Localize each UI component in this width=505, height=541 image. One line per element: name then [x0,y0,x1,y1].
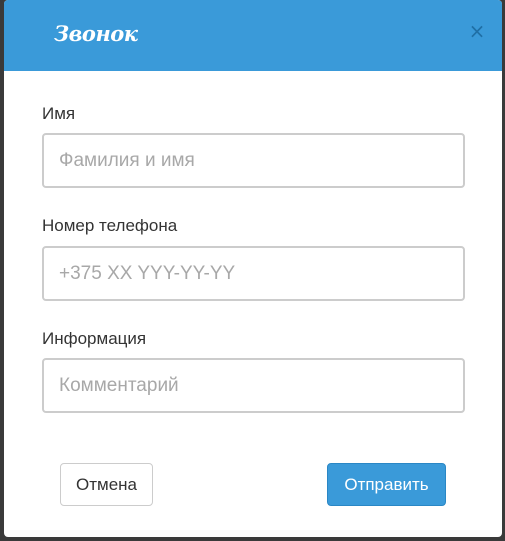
close-icon[interactable]: × [468,20,486,42]
info-label: Информация [42,329,147,348]
phone-label: Номер телефона [42,216,178,235]
cancel-button[interactable]: Отмена [60,463,153,506]
callback-dialog: Звонок × Имя Номер телефона Информация О… [4,0,502,537]
info-input[interactable] [42,358,465,413]
name-input[interactable] [42,133,465,188]
name-label: Имя [42,104,76,123]
phone-input[interactable] [42,246,465,301]
dialog-title: Звонок [54,21,138,46]
dialog-header: Звонок × [4,0,502,71]
submit-button[interactable]: Отправить [327,463,446,506]
